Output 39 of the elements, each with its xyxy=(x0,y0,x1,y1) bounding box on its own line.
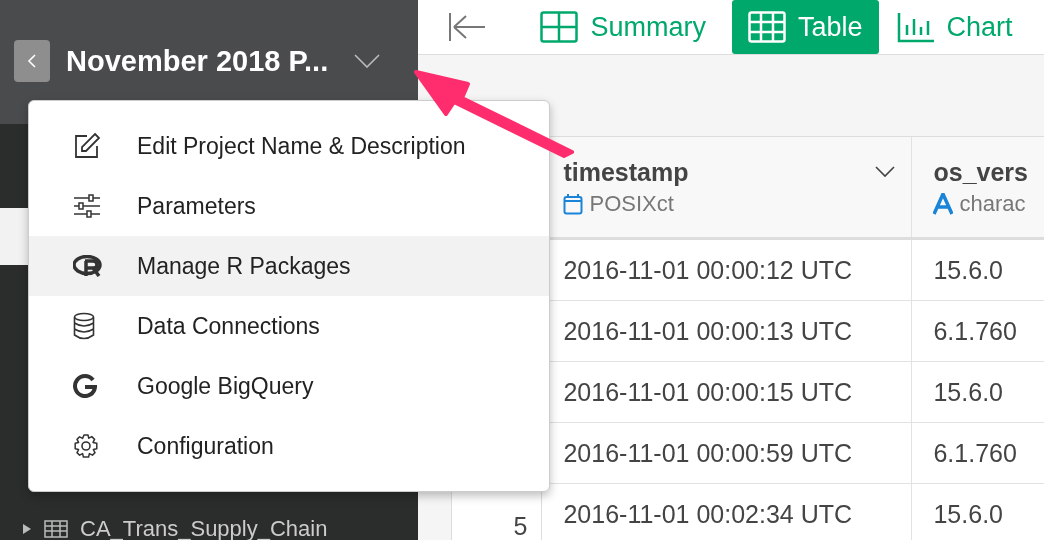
table-cell: 15.6.0 xyxy=(933,377,1003,407)
gear-icon xyxy=(73,433,99,459)
pencil-icon xyxy=(73,132,101,160)
table-cell: 2016-11-01 00:00:59 UTC xyxy=(563,438,853,468)
column-type: POSIXct xyxy=(589,190,674,217)
database-icon xyxy=(73,312,95,340)
r-logo-icon xyxy=(73,255,103,277)
menu-item[interactable]: Configuration xyxy=(29,416,549,476)
menu-item[interactable]: Data Connections xyxy=(29,296,549,356)
sliders-icon xyxy=(73,194,101,218)
text-type-icon xyxy=(933,192,954,215)
table-cell: 2016-11-01 00:00:15 UTC xyxy=(563,377,853,407)
chevron-down-icon[interactable] xyxy=(354,54,381,68)
column-name: os_vers xyxy=(933,157,1028,187)
bar-chart-icon xyxy=(896,11,935,43)
row-number: 5 xyxy=(513,511,528,540)
menu-item[interactable]: Manage R Packages xyxy=(29,236,549,296)
table-cell: 2016-11-01 00:00:12 UTC xyxy=(563,255,853,285)
table-cell: 2016-11-01 00:00:13 UTC xyxy=(563,316,853,346)
expand-triangle-icon[interactable] xyxy=(22,523,32,535)
column-name: timestamp xyxy=(563,157,689,187)
table-cell: 6.1.760 xyxy=(933,438,1017,468)
collapse-left-icon[interactable] xyxy=(448,12,487,42)
column-type: charac xyxy=(959,190,1026,217)
table-icon xyxy=(748,11,786,43)
chevron-left-icon xyxy=(27,53,37,69)
sidebar-item[interactable]: CA_Trans_Supply_Chain xyxy=(0,510,419,540)
table-cell: 6.1.760 xyxy=(933,316,1017,346)
menu-item[interactable]: Google BigQuery xyxy=(29,356,549,416)
chevron-down-icon[interactable] xyxy=(875,166,896,178)
calendar-icon xyxy=(563,192,584,215)
grid-icon xyxy=(540,11,579,43)
table-icon xyxy=(44,520,68,538)
column-header[interactable]: os_vers charac xyxy=(912,137,1044,237)
table-cell: 15.6.0 xyxy=(933,255,1003,285)
table-cell: 2016-11-01 00:02:34 UTC xyxy=(563,499,853,529)
letter-g-icon xyxy=(73,374,97,398)
project-title[interactable]: November 2018 P... xyxy=(66,44,329,78)
table-cell: 15.6.0 xyxy=(933,499,1003,529)
